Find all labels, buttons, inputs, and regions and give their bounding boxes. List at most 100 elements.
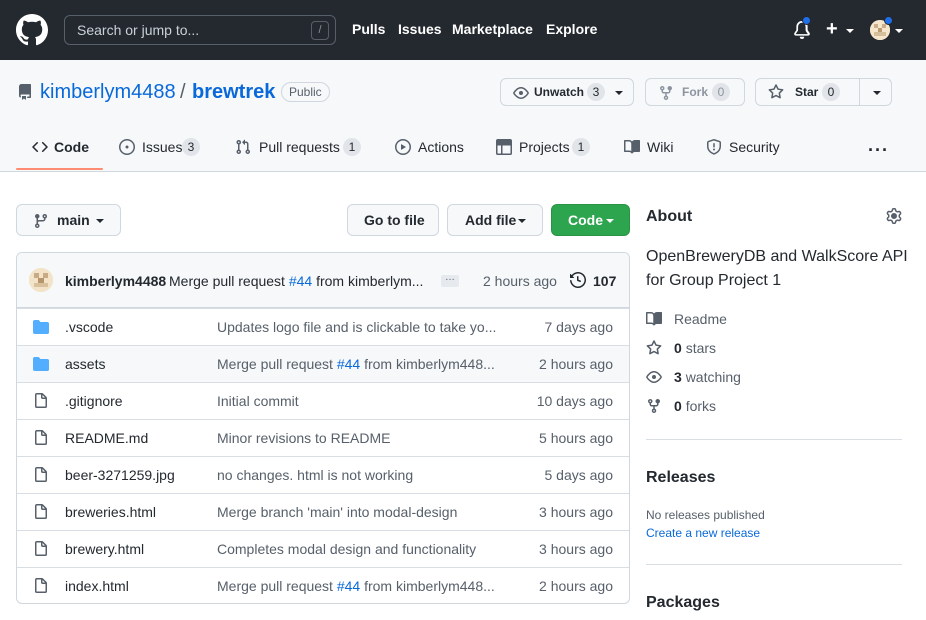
file-commit-message[interactable]: Updates logo file and is clickable to ta…	[217, 319, 502, 335]
latest-commit-bar: kimberlym4488 Merge pull request #44 fro…	[17, 253, 629, 308]
create-new-plus-icon[interactable]: +	[826, 18, 838, 41]
tab-count: 1	[572, 138, 590, 156]
chevron-down-icon[interactable]	[873, 91, 881, 95]
commit-message-prefix: Merge pull request	[169, 273, 285, 289]
sidebar-divider	[646, 439, 902, 440]
fork-icon	[660, 86, 672, 101]
search-input[interactable]: Search or jump to... /	[64, 15, 336, 45]
search-placeholder: Search or jump to...	[77, 22, 200, 38]
active-tab-indicator	[16, 168, 103, 170]
commit-message[interactable]: Merge pull request #44 from kimberlym...	[169, 273, 423, 289]
fork-button[interactable]: Fork 0	[645, 78, 745, 106]
nav-issues[interactable]: Issues	[398, 21, 442, 37]
chevron-down-icon	[846, 29, 854, 33]
tab-wiki[interactable]: Wiki	[624, 138, 676, 172]
eye-icon	[646, 371, 662, 383]
file-row[interactable]: breweries.html Merge branch 'main' into …	[17, 493, 629, 530]
create-release-link[interactable]: Create a new release	[646, 526, 760, 540]
file-name[interactable]: .vscode	[65, 319, 113, 335]
branch-select-button[interactable]: main	[16, 204, 121, 236]
github-logo-icon[interactable]	[16, 14, 48, 46]
file-row[interactable]: .gitignore Initial commit 10 days ago	[17, 382, 629, 419]
unwatch-label: Unwatch	[534, 85, 585, 99]
star-count: 0	[822, 83, 840, 101]
nav-pulls[interactable]: Pulls	[352, 21, 385, 37]
no-releases-text: No releases published	[646, 508, 765, 522]
play-icon	[395, 139, 411, 155]
file-row[interactable]: index.html Merge pull request #44 from k…	[17, 567, 629, 603]
folder-icon	[33, 357, 49, 371]
code-download-button[interactable]: Code	[551, 204, 630, 236]
file-commit-message[interactable]: Merge pull request #44 from kimberlym448…	[217, 578, 502, 594]
file-commit-message[interactable]: Merge branch 'main' into modal-design	[217, 504, 502, 520]
file-commit-message[interactable]: no changes. html is not working	[217, 467, 502, 483]
visibility-badge: Public	[281, 82, 330, 102]
expand-commit-message-button[interactable]: …	[441, 273, 459, 287]
pr-link[interactable]: #44	[337, 578, 360, 594]
more-options-icon[interactable]: ···	[868, 140, 889, 161]
message-prefix: Merge pull request	[217, 578, 337, 594]
commit-author-avatar[interactable]	[29, 268, 53, 292]
chevron-down-icon	[518, 219, 526, 223]
file-name[interactable]: breweries.html	[65, 504, 156, 520]
file-name[interactable]: assets	[65, 356, 105, 372]
shield-icon	[707, 139, 721, 155]
unwatch-button[interactable]: Unwatch 3	[500, 78, 634, 106]
code-button-label: Code	[568, 212, 603, 228]
tab-pull-requests[interactable]: Pull requests 1	[235, 138, 365, 172]
file-name[interactable]: .gitignore	[65, 393, 123, 409]
file-row[interactable]: .vscode Updates logo file and is clickab…	[17, 308, 629, 345]
gear-icon[interactable]	[886, 208, 902, 224]
tab-actions[interactable]: Actions	[395, 138, 467, 172]
eye-icon	[513, 87, 529, 99]
star-button[interactable]: Star 0	[755, 78, 892, 106]
file-commit-message[interactable]: Completes modal design and functionality	[217, 541, 502, 557]
add-file-button[interactable]: Add file	[447, 204, 543, 236]
file-row[interactable]: brewery.html Completes modal design and …	[17, 530, 629, 567]
commit-message-suffix: from kimberlym...	[316, 273, 424, 289]
fork-icon	[648, 399, 660, 414]
pr-link[interactable]: #44	[337, 356, 360, 372]
commit-author-link[interactable]: kimberlym4488	[65, 273, 166, 289]
tab-issues[interactable]: Issues 3	[119, 138, 207, 172]
file-name[interactable]: index.html	[65, 578, 129, 594]
file-commit-time: 2 hours ago	[539, 356, 613, 372]
file-commit-message[interactable]: Minor revisions to README	[217, 430, 502, 446]
file-commit-message[interactable]: Initial commit	[217, 393, 502, 409]
file-name[interactable]: brewery.html	[65, 541, 144, 557]
about-heading: About	[646, 208, 693, 225]
file-commit-time: 2 hours ago	[539, 578, 613, 594]
file-name[interactable]: README.md	[65, 430, 148, 446]
repo-owner-link[interactable]: kimberlym4488	[40, 81, 176, 104]
nav-explore[interactable]: Explore	[546, 21, 597, 37]
repo-name-link[interactable]: brewtrek	[192, 81, 275, 104]
file-icon	[35, 393, 47, 408]
file-row[interactable]: assets Merge pull request #44 from kimbe…	[17, 345, 629, 382]
commit-time[interactable]: 2 hours ago	[483, 273, 557, 289]
go-to-file-button[interactable]: Go to file	[347, 204, 439, 236]
chevron-down-icon	[606, 219, 614, 223]
history-icon[interactable]	[570, 272, 586, 288]
tab-projects[interactable]: Projects 1	[496, 138, 594, 172]
tab-security[interactable]: Security	[706, 138, 782, 172]
file-commit-message[interactable]: Merge pull request #44 from kimberlym448…	[217, 356, 502, 372]
folder-icon	[33, 320, 49, 334]
commit-pr-link[interactable]: #44	[289, 273, 312, 289]
file-icon	[35, 541, 47, 556]
tab-count: 1	[343, 138, 361, 156]
packages-heading[interactable]: Packages	[646, 594, 720, 612]
file-commit-time: 3 hours ago	[539, 504, 613, 520]
branch-icon	[34, 214, 47, 229]
fork-label: Fork	[682, 85, 709, 99]
commit-count[interactable]: 107	[593, 273, 616, 289]
file-row[interactable]: README.md Minor revisions to README 5 ho…	[17, 419, 629, 456]
file-row[interactable]: beer-3271259.jpg no changes. html is not…	[17, 456, 629, 493]
releases-heading[interactable]: Releases	[646, 469, 715, 487]
tab-code[interactable]: Code	[32, 138, 102, 172]
button-divider	[859, 79, 860, 105]
message-suffix: from kimberlym448...	[360, 356, 495, 372]
chevron-down-icon	[895, 29, 903, 33]
nav-marketplace[interactable]: Marketplace	[452, 21, 533, 37]
file-name[interactable]: beer-3271259.jpg	[65, 467, 175, 483]
message-suffix: from kimberlym448...	[360, 578, 495, 594]
